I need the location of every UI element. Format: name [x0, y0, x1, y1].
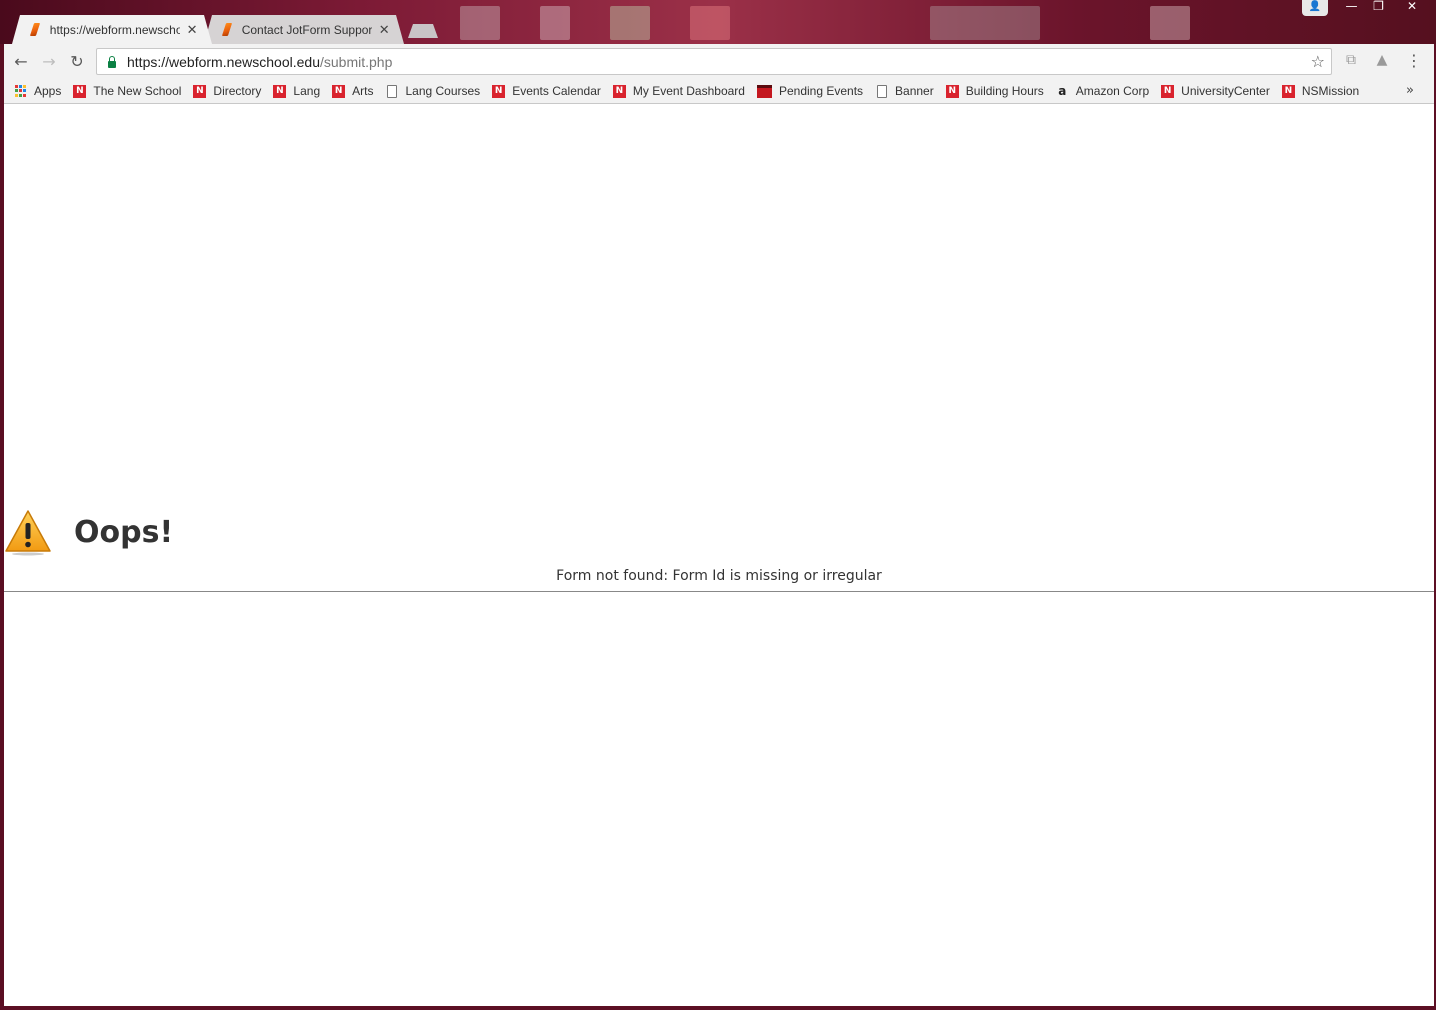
tab-label: Contact JotForm Support	[241, 22, 373, 37]
error-header: Oops!	[4, 508, 173, 556]
new-school-icon: N	[492, 84, 506, 98]
bookmark-the-new-school[interactable]: N The New School	[73, 84, 181, 98]
error-title: Oops!	[74, 514, 174, 550]
new-school-icon: N	[193, 84, 207, 98]
error-message: Form not found: Form Id is missing or ir…	[556, 568, 882, 584]
bookmark-label: Apps	[34, 84, 62, 98]
bookmark-directory[interactable]: N Directory	[193, 84, 261, 98]
bookmark-label: Lang	[293, 84, 321, 98]
browser-window: ← → ↻ https://webform.newschool.edu/subm…	[4, 44, 1434, 1006]
new-school-icon: N	[945, 84, 959, 98]
bookmark-label: Amazon Corp	[1075, 84, 1150, 98]
jotform-favicon-icon	[222, 23, 234, 37]
close-window-button[interactable]: ✕	[1392, 0, 1432, 15]
bookmark-lang[interactable]: N Lang	[273, 84, 320, 98]
divider	[4, 591, 1434, 592]
bookmark-label: Directory	[213, 84, 262, 98]
forward-arrow-icon[interactable]: →	[35, 48, 63, 76]
browser-toolbar: ← → ↻ https://webform.newschool.edu/subm…	[4, 44, 1434, 79]
desktop-background-decoration	[460, 6, 500, 40]
bookmark-banner[interactable]: Banner	[875, 84, 934, 98]
bookmark-label: Pending Events	[778, 84, 864, 98]
new-school-icon: N	[1161, 84, 1175, 98]
close-tab-icon[interactable]: ✕	[186, 22, 198, 38]
bookmarks-bar: Apps N The New School N Directory N Lang…	[4, 79, 1434, 104]
window-bottom-edge	[0, 1006, 1436, 1010]
bookmark-label: NSMission	[1301, 84, 1360, 98]
calendar-icon	[756, 84, 772, 98]
new-school-icon: N	[273, 84, 287, 98]
new-tab-button[interactable]	[408, 24, 438, 38]
bookmark-label: Events Calendar	[512, 84, 601, 98]
page-content: Oops! Form not found: Form Id is missing…	[4, 104, 1434, 1006]
bookmark-label: Banner	[895, 84, 934, 98]
url-path: /submit.php	[320, 53, 393, 70]
bookmark-label: Lang Courses	[405, 84, 481, 98]
page-icon	[875, 84, 888, 98]
bookmark-star-icon[interactable]: ☆	[1311, 52, 1325, 71]
new-school-icon: N	[612, 84, 626, 98]
extension-icon[interactable]: ⧉	[1342, 52, 1360, 70]
tab-contact-jotform[interactable]: Contact JotForm Support ✕	[204, 15, 404, 44]
bookmark-university-center[interactable]: N UniversityCenter	[1161, 84, 1270, 98]
bookmark-label: UniversityCenter	[1181, 84, 1270, 98]
desktop-background-decoration	[930, 6, 1040, 40]
profile-icon[interactable]: 👤	[1302, 0, 1328, 16]
window-controls: 👤 — ❐ ✕	[1302, 0, 1432, 16]
close-tab-icon[interactable]: ✕	[378, 22, 390, 38]
new-school-icon: N	[73, 84, 87, 98]
bookmark-events-calendar[interactable]: N Events Calendar	[492, 84, 601, 98]
bookmark-label: Building Hours	[965, 84, 1044, 98]
bookmark-arts[interactable]: N Arts	[332, 84, 373, 98]
amazon-icon: a	[1058, 84, 1067, 98]
tab-label: https://webform.newscho	[49, 22, 181, 37]
window-title-bar: https://webform.newscho ✕ Contact JotFor…	[0, 0, 1436, 44]
browser-menu-icon[interactable]: ⋮	[1406, 51, 1422, 70]
bookmark-amazon-corp[interactable]: a Amazon Corp	[1056, 84, 1149, 98]
bookmark-label: The New School	[93, 84, 182, 98]
address-bar[interactable]: https://webform.newschool.edu/submit.php…	[96, 48, 1332, 75]
desktop-background-decoration	[690, 6, 730, 40]
desktop-background-decoration	[1150, 6, 1190, 40]
page-icon	[385, 84, 398, 98]
new-school-icon: N	[332, 84, 346, 98]
warning-icon	[4, 508, 52, 556]
minimize-button[interactable]: —	[1338, 0, 1365, 15]
jotform-favicon-icon	[30, 23, 42, 37]
bookmark-label: My Event Dashboard	[632, 84, 745, 98]
bookmark-pending-events[interactable]: Pending Events	[756, 84, 864, 98]
bookmark-ns-mission[interactable]: N NSMission	[1281, 84, 1360, 98]
bookmark-apps[interactable]: Apps	[14, 84, 61, 98]
reload-icon[interactable]: ↻	[63, 48, 91, 76]
bookmark-building-hours[interactable]: N Building Hours	[945, 84, 1044, 98]
drive-extension-icon[interactable]: ▲	[1373, 52, 1391, 70]
url-host: https://webform.newschool.edu	[127, 53, 320, 70]
new-school-icon: N	[1281, 84, 1295, 98]
bookmarks-overflow-chevron-icon[interactable]: »	[1406, 83, 1414, 98]
apps-grid-icon	[14, 84, 27, 98]
bookmark-my-event-dashboard[interactable]: N My Event Dashboard	[612, 84, 745, 98]
bookmark-lang-courses[interactable]: Lang Courses	[385, 84, 480, 98]
desktop-background-decoration	[610, 6, 650, 40]
back-arrow-icon[interactable]: ←	[7, 48, 35, 76]
bookmark-label: Arts	[352, 84, 374, 98]
restore-button[interactable]: ❐	[1365, 0, 1392, 15]
lock-icon	[107, 55, 117, 68]
desktop-background-decoration	[540, 6, 570, 40]
tab-webform[interactable]: https://webform.newscho ✕	[12, 15, 212, 44]
